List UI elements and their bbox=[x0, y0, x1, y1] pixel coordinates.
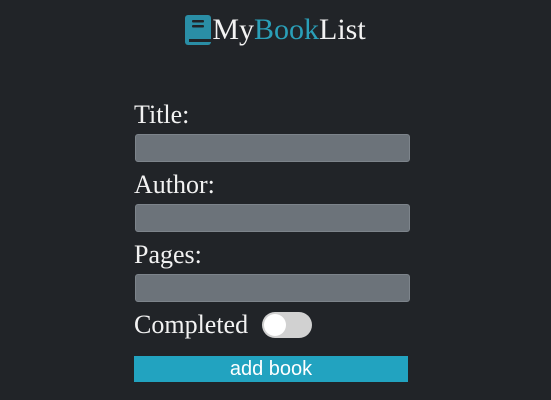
toggle-knob bbox=[264, 314, 287, 336]
author-input[interactable] bbox=[135, 204, 410, 232]
app-header: MyBookList bbox=[0, 13, 551, 47]
add-book-form: Title: Author: Pages: Completed bbox=[134, 100, 410, 340]
completed-toggle[interactable] bbox=[262, 312, 313, 338]
add-book-button[interactable]: add book bbox=[134, 356, 408, 382]
completed-row: Completed bbox=[134, 310, 410, 340]
pages-label: Pages: bbox=[134, 240, 202, 269]
title-input[interactable] bbox=[135, 134, 410, 162]
title-label: Title: bbox=[134, 100, 190, 129]
pages-input[interactable] bbox=[135, 274, 410, 302]
app-title: MyBookList bbox=[212, 13, 366, 46]
author-label: Author: bbox=[134, 170, 215, 199]
book-icon bbox=[185, 15, 212, 45]
completed-label: Completed bbox=[134, 310, 249, 339]
